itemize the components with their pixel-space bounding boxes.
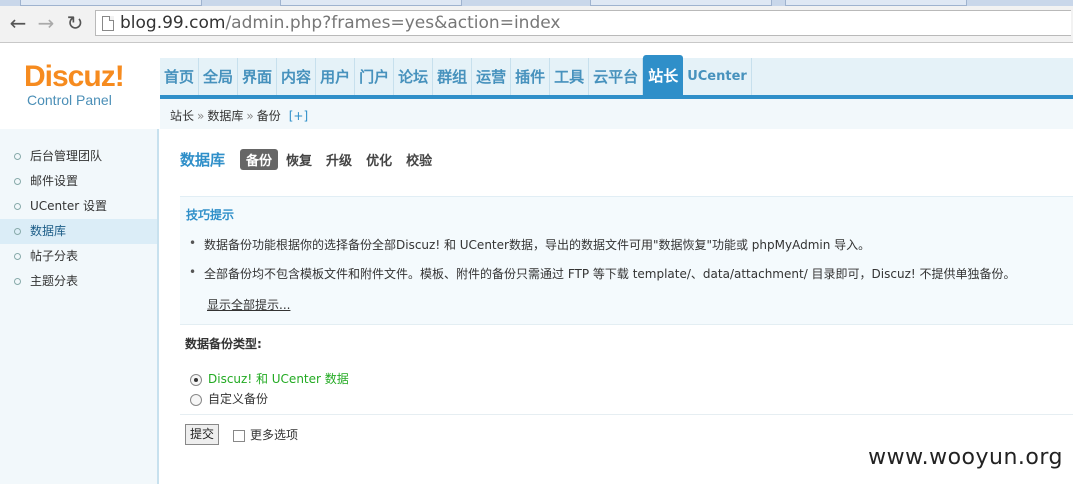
sidebar-item-label: UCenter 设置 [30,199,107,213]
sidebar-list: 后台管理团队 邮件设置 UCenter 设置 数据库帖子分表主题分表 [0,129,157,294]
address-bar[interactable]: blog.99.com/admin.php?frames=yes&action=… [95,10,1071,36]
nav-item[interactable]: 门户 [355,58,395,95]
nav-item[interactable]: 全局 [199,58,239,95]
nav-item[interactable]: 插件 [511,58,551,95]
url-host: blog.99.com [120,13,226,33]
back-arrow-icon[interactable]: ← [6,11,30,35]
option-label: Discuz! 和 UCenter 数据 [208,372,349,386]
bullet-icon [14,153,21,160]
tip-item: 数据备份功能根据你的选择备份全部Discuz! 和 UCenter数据，导出的数… [189,236,870,253]
tips-title: 技巧提示 [186,208,235,222]
tips-box: 技巧提示 数据备份功能根据你的选择备份全部Discuz! 和 UCenter数据… [180,196,1073,325]
url-text[interactable]: blog.99.com/admin.php?frames=yes&action=… [120,13,560,33]
page-title: 数据库 [180,151,226,169]
option-custom-backup[interactable]: 自定义备份 [190,390,268,407]
forward-arrow-icon[interactable]: → [34,11,58,35]
sidebar-item[interactable]: 帖子分表 [0,244,157,269]
radio-button[interactable] [190,373,202,386]
section-tab[interactable]: 校验 [400,149,438,170]
expand-shortcut-button[interactable]: [+] [289,109,308,123]
reload-icon[interactable]: ↻ [63,11,87,35]
logo-text: Discuz! [24,60,125,93]
breadcrumb: 站长» 数据库» 备份 [+] [170,107,308,124]
nav-item[interactable]: 界面 [238,58,278,95]
discuz-logo: Discuz! Control Panel [24,60,134,109]
nav-item[interactable]: 云平台 [589,58,644,95]
page-icon [102,16,114,31]
backup-type-label: 数据备份类型: [185,337,262,351]
nav-item[interactable]: 站长 [643,55,684,95]
admin-header: Discuz! Control Panel 首页 全局 界面 内容 用户 门户 论坛 群组 运营… [0,43,1073,130]
main-content: 数据库备份恢复升级优化校验 技巧提示 数据备份功能根据你的选择备份全部Discu… [160,129,1073,484]
submit-button[interactable]: 提交 [185,424,220,445]
section-tabs: 备份 恢复 升级 优化 校验 [240,149,440,170]
nav-item[interactable]: 工具 [550,58,590,95]
nav-item[interactable]: 运营 [472,58,512,95]
bullet-icon [14,178,21,185]
browser-toolbar: ← → ↻ blog.99.com/admin.php?frames=yes&a… [0,6,1073,43]
bullet-icon [14,278,21,285]
sidebar-item-label: 主题分表 [30,274,79,288]
more-options-checkbox[interactable] [233,429,245,442]
main-nav: 首页 全局 界面 内容 用户 门户 论坛 群组 运营 插件 工具 云平台 站长 UCenter [160,55,1073,95]
section-header: 数据库 备份 恢复 升级 优化 校验 [180,149,440,170]
bullet-icon [14,253,21,260]
more-options-toggle[interactable]: 更多选项 [233,426,298,443]
nav-item[interactable]: UCenter [683,58,752,95]
section-tab[interactable]: 恢复 [280,149,318,170]
nav-item[interactable]: 首页 [160,58,200,95]
breadcrumb-item: 备份 [256,109,281,123]
option-full-backup[interactable]: Discuz! 和 UCenter 数据 [190,370,349,387]
sidebar: 后台管理团队 邮件设置 UCenter 设置 数据库帖子分表主题分表 [0,129,159,484]
sidebar-item-label: 后台管理团队 [30,149,103,163]
sidebar-item[interactable]: 主题分表 [0,269,157,294]
sidebar-item[interactable]: 邮件设置 [0,169,157,194]
bullet-icon [14,203,21,210]
breadcrumb-separator: » [246,109,254,123]
nav-item[interactable]: 群组 [433,58,473,95]
nav-item[interactable]: 内容 [277,58,317,95]
sidebar-item[interactable]: 后台管理团队 [0,144,157,169]
breadcrumb-item[interactable]: 数据库 [207,109,243,123]
divider [180,414,1073,415]
section-tab[interactable]: 升级 [320,149,358,170]
nav-item[interactable]: 论坛 [394,58,434,95]
sidebar-item-label: 帖子分表 [30,249,79,263]
breadcrumb-separator: » [197,109,205,123]
section-tab[interactable]: 优化 [360,149,398,170]
show-all-tips-link[interactable]: 显示全部提示... [207,296,290,313]
sidebar-item-label: 邮件设置 [30,174,79,188]
tip-item: 全部备份均不包含模板文件和附件文件。模板、附件的备份只需通过 FTP 等下载 t… [189,265,1016,282]
sidebar-item[interactable]: 数据库 [0,219,157,244]
sidebar-item-label: 数据库 [30,224,67,238]
nav-item[interactable]: 用户 [316,58,356,95]
watermark-text: www.wooyun.org [868,445,1063,470]
radio-button[interactable] [190,393,202,406]
breadcrumb-item[interactable]: 站长 [170,109,194,123]
section-tab[interactable]: 备份 [240,149,279,170]
url-path: /admin.php?frames=yes&action=index [225,13,561,33]
sidebar-item[interactable]: UCenter 设置 [0,194,157,219]
option-label: 自定义备份 [208,392,269,406]
breadcrumb-bar: 站长» 数据库» 备份 [+] [160,99,1073,130]
bullet-icon [14,228,21,235]
more-options-label: 更多选项 [250,428,299,442]
logo-subtitle: Control Panel [27,92,112,108]
